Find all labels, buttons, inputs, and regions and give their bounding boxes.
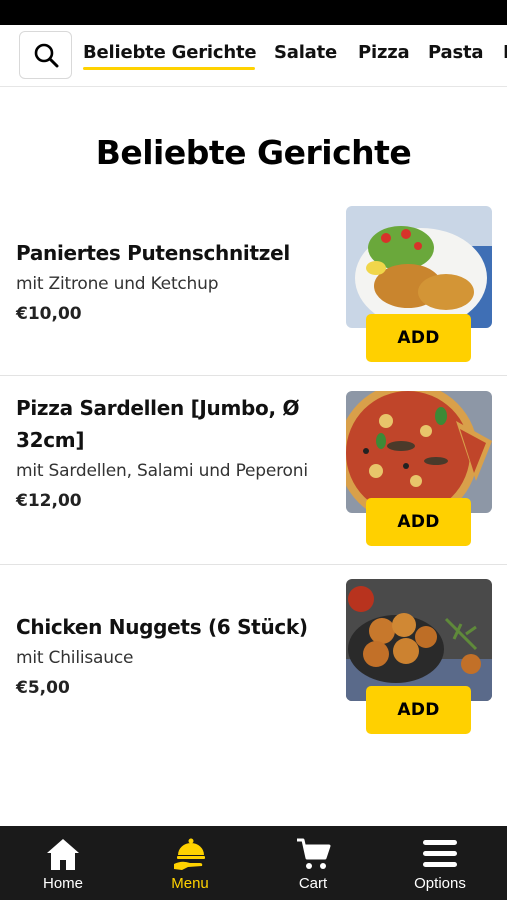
search-icon [34, 43, 58, 68]
item-price: €10,00 [16, 304, 82, 324]
item-name: Chicken Nuggets (6 Stück) [16, 615, 308, 639]
menu-item[interactable]: Chicken Nuggets (6 Stück) mit Chilisauce… [0, 565, 507, 755]
nav-home-label: Home [42, 875, 83, 892]
item-price: €5,00 [16, 678, 70, 698]
cart-icon [297, 838, 331, 869]
pizza-image [346, 391, 492, 513]
nav-cart-label: Cart [298, 875, 328, 892]
nav-home[interactable]: Home [0, 826, 126, 900]
item-description: mit Zitrone und Ketchup [16, 274, 219, 294]
category-nav: Beliebte Gerichte Salate Pizza Pasta P [0, 25, 507, 87]
search-button[interactable] [19, 31, 72, 79]
nav-options[interactable]: Options [377, 826, 503, 900]
schnitzel-image [346, 206, 492, 328]
status-bar [0, 0, 507, 25]
item-name: Paniertes Putenschnitzel [16, 241, 290, 265]
add-button[interactable]: ADD [366, 314, 471, 362]
tab-salate[interactable]: Salate [274, 42, 337, 63]
add-button[interactable]: ADD [366, 686, 471, 734]
section-title: Beliebte Gerichte [95, 133, 412, 172]
nav-menu[interactable]: Menu [127, 826, 253, 900]
item-price: €12,00 [16, 491, 82, 511]
menu-item[interactable]: Pizza Sardellen [Jumbo, Ø 32cm] mit Sard… [0, 376, 507, 565]
menu-item[interactable]: Paniertes Putenschnitzel mit Zitrone und… [0, 195, 507, 376]
nav-cart[interactable]: Cart [250, 826, 376, 900]
menu-cloche-icon [174, 838, 205, 870]
hamburger-icon [423, 840, 457, 867]
item-description: mit Chilisauce [16, 648, 134, 668]
tab-next-cut-off[interactable]: P [503, 42, 507, 63]
add-button[interactable]: ADD [366, 498, 471, 546]
bottom-nav: Home Menu Cart Options [0, 826, 507, 900]
item-description: mit Sardellen, Salami und Peperoni [16, 461, 308, 481]
tab-pasta[interactable]: Pasta [428, 42, 484, 63]
home-icon [47, 839, 79, 870]
chicken-nuggets-image [346, 579, 492, 701]
nav-menu-label: Menu [171, 875, 209, 892]
nav-options-label: Options [414, 875, 466, 892]
item-name: Pizza Sardellen [Jumbo, Ø 32cm] [16, 396, 300, 452]
tab-beliebte-gerichte[interactable]: Beliebte Gerichte [83, 42, 257, 70]
tab-pizza[interactable]: Pizza [358, 42, 410, 63]
